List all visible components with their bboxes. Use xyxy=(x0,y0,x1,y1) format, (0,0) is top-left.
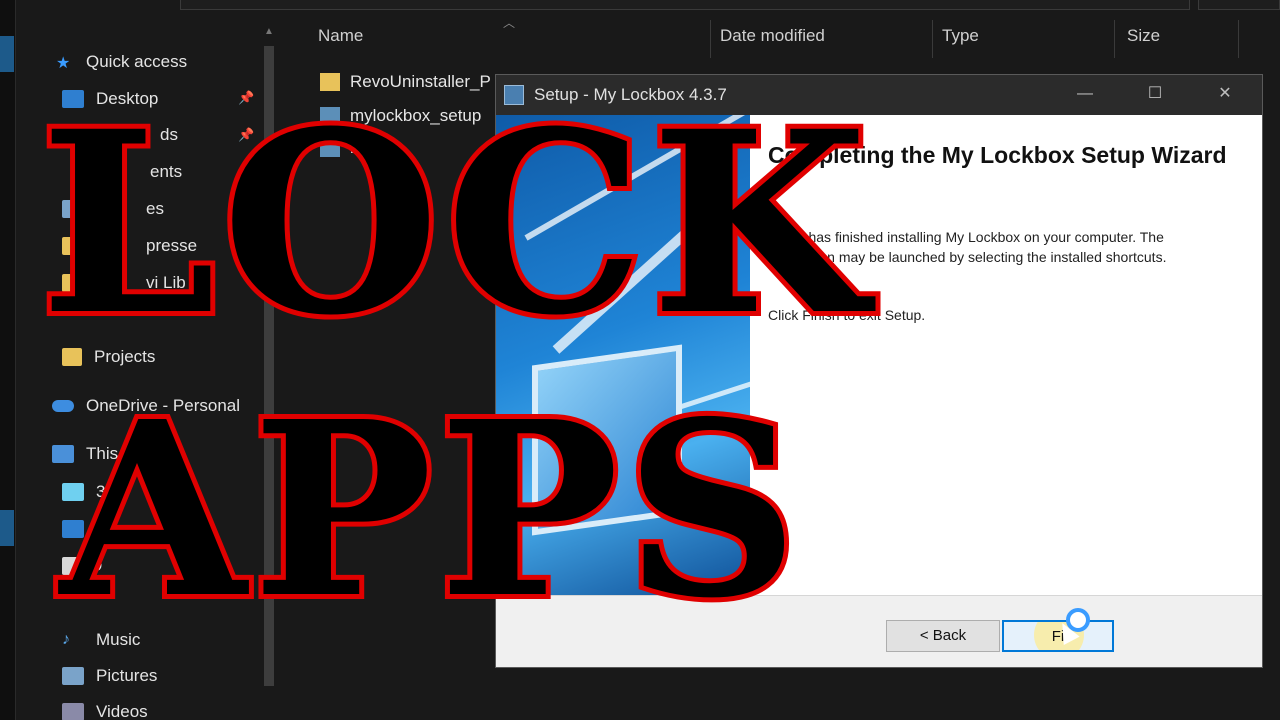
column-divider[interactable] xyxy=(1238,20,1239,58)
taskbar-strip xyxy=(0,0,16,720)
minimize-button[interactable]: — xyxy=(1070,81,1100,107)
column-header-size[interactable]: Size xyxy=(1127,26,1160,54)
address-bar[interactable] xyxy=(180,0,1190,10)
column-divider[interactable] xyxy=(1114,20,1115,58)
column-divider[interactable] xyxy=(710,20,711,58)
search-input[interactable] xyxy=(1198,0,1280,10)
nav-item-pictures-pc[interactable]: Pictures xyxy=(62,662,157,690)
pictures-icon xyxy=(62,667,84,685)
back-button[interactable]: < Back xyxy=(886,620,1000,652)
overlay-title-line1: LOCK xyxy=(35,76,874,370)
nav-label: Pictures xyxy=(96,666,158,685)
taskbar-mark xyxy=(0,36,14,72)
nav-item-quick-access[interactable]: ★ Quick access xyxy=(56,48,187,76)
overlay-title-line2: APPS xyxy=(55,369,805,651)
column-divider[interactable] xyxy=(932,20,933,58)
close-button[interactable]: ✕ xyxy=(1210,81,1240,107)
column-header-name[interactable]: Name xyxy=(318,26,363,54)
sort-ascending-icon: ︿ xyxy=(503,16,516,30)
column-header-type[interactable]: Type xyxy=(942,26,979,54)
nav-label: Quick access xyxy=(86,52,188,71)
nav-item-videos[interactable]: Videos xyxy=(62,698,148,720)
video-icon xyxy=(62,703,84,720)
star-icon: ★ xyxy=(56,55,71,72)
column-header-date-modified[interactable]: Date modified xyxy=(720,26,825,54)
taskbar-mark xyxy=(0,510,14,546)
scroll-up-icon[interactable]: ▲ xyxy=(264,26,274,37)
maximize-button[interactable]: ☐ xyxy=(1140,81,1170,107)
nav-label: Videos xyxy=(96,702,148,720)
